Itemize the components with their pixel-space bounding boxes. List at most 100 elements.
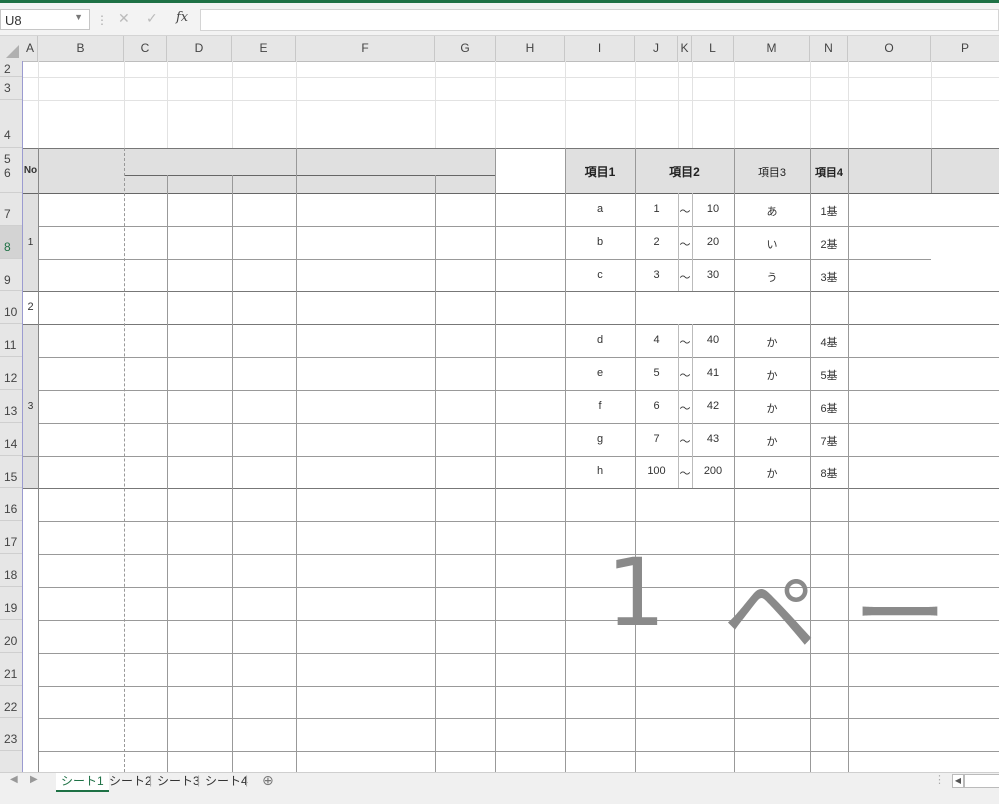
row-header-10[interactable]: 10: [0, 291, 22, 324]
border-line: [848, 148, 849, 772]
gridline: [435, 61, 436, 148]
column-header-j[interactable]: J: [635, 36, 678, 61]
cell-item4: 4基: [820, 337, 838, 349]
row-header-9[interactable]: 9: [0, 259, 22, 291]
column-header-n[interactable]: N: [810, 36, 848, 61]
cell-to: 41: [706, 367, 720, 379]
column-header-i[interactable]: I: [565, 36, 635, 61]
worksheet-grid[interactable]: No 1 2 3 項目1 項目2 項目3 項目4 a 1 〜 10 あ 1基 b…: [23, 61, 999, 772]
column-header-f[interactable]: F: [296, 36, 435, 61]
cell-item4: 3基: [820, 272, 838, 284]
chevron-down-icon[interactable]: ▼: [74, 12, 83, 22]
header-item1: 項目1: [584, 165, 616, 179]
column-header-m[interactable]: M: [734, 36, 810, 61]
cell-item3: う: [766, 272, 778, 284]
cell-sep: 〜: [679, 436, 691, 448]
gridline: [232, 61, 233, 148]
cell-sep: 〜: [679, 468, 691, 480]
row-header-2[interactable]: 2: [0, 61, 22, 77]
hscroll-left-icon[interactable]: ◀: [952, 774, 964, 788]
gridline: [692, 61, 693, 148]
cell-from: 1: [653, 203, 660, 215]
page-watermark-text: ペ: [723, 561, 818, 670]
column-header-o[interactable]: O: [848, 36, 931, 61]
border-line: [124, 148, 125, 772]
add-sheet-icon[interactable]: ⊕: [262, 772, 274, 789]
column-header-p[interactable]: P: [931, 36, 999, 61]
row-header-21[interactable]: 21: [0, 653, 22, 686]
column-header-b[interactable]: B: [38, 36, 124, 61]
cell-from: 100: [647, 465, 666, 477]
name-box[interactable]: U8 ▼: [0, 9, 90, 30]
gridline: [167, 61, 168, 148]
no-value: 1: [27, 237, 34, 248]
cancel-icon[interactable]: ✕: [118, 10, 130, 27]
cell-item1: d: [596, 334, 604, 346]
cell-sep: 〜: [679, 206, 691, 218]
cell-to: 10: [706, 203, 720, 215]
row-header-14[interactable]: 14: [0, 423, 22, 456]
gridline: [124, 61, 125, 148]
enter-icon[interactable]: ✓: [146, 10, 158, 27]
border-line: [23, 291, 999, 292]
border-line: [23, 193, 999, 194]
column-header-d[interactable]: D: [167, 36, 232, 61]
border-line: [23, 456, 999, 457]
cell-from: 3: [653, 269, 660, 281]
border-line: [38, 751, 999, 752]
row-header-13[interactable]: 13: [0, 390, 22, 423]
column-header-e[interactable]: E: [232, 36, 296, 61]
row-header-7[interactable]: 7: [0, 193, 22, 226]
insert-function-icon[interactable]: fx: [176, 10, 188, 25]
border-line: [232, 175, 233, 772]
row-header-22[interactable]: 22: [0, 686, 22, 718]
column-header-h[interactable]: H: [496, 36, 565, 61]
border-line: [23, 148, 999, 149]
scroll-left-icon[interactable]: ◀: [10, 774, 18, 785]
column-header-k[interactable]: K: [678, 36, 692, 61]
column-headers: A B C D E F G H I J K L M N O P: [0, 36, 999, 62]
row-header-18[interactable]: 18: [0, 554, 22, 587]
row-header-6[interactable]: 6: [0, 162, 22, 193]
cell-from: 7: [653, 433, 660, 445]
row-header-11[interactable]: 11: [0, 324, 22, 357]
row-header-4[interactable]: 4: [0, 100, 22, 148]
row-header-19[interactable]: 19: [0, 587, 22, 620]
header-item4: 項目4: [814, 167, 844, 179]
row-header-5[interactable]: 5: [0, 148, 22, 166]
column-header-c[interactable]: C: [124, 36, 167, 61]
cell-item4: 2基: [820, 239, 838, 251]
sheet-tab-1[interactable]: シート1: [56, 773, 109, 792]
row-header-3[interactable]: 3: [0, 77, 22, 100]
row-header-12[interactable]: 12: [0, 357, 22, 390]
page-watermark-text: ー: [853, 561, 948, 670]
column-header-g[interactable]: G: [435, 36, 496, 61]
cell-item4: 8基: [820, 468, 838, 480]
cell-sep: 〜: [679, 239, 691, 251]
row-header-23[interactable]: 23: [0, 718, 22, 751]
tab-divider: |: [245, 773, 249, 787]
scroll-right-icon[interactable]: ▶: [30, 774, 38, 785]
border-line: [495, 148, 496, 772]
cell-to: 30: [706, 269, 720, 281]
horizontal-scrollbar[interactable]: [964, 774, 999, 788]
border-line: [38, 259, 931, 260]
row-header-17[interactable]: 17: [0, 521, 22, 554]
column-header-l[interactable]: L: [692, 36, 734, 61]
border-line: [38, 148, 39, 772]
cell-item3: か: [766, 403, 778, 415]
row-header-20[interactable]: 20: [0, 620, 22, 653]
border-line: [931, 148, 932, 193]
cell-item3: あ: [766, 206, 778, 218]
row-header-15[interactable]: 15: [0, 456, 22, 488]
formula-input[interactable]: [200, 9, 999, 31]
cell-item3: か: [766, 370, 778, 382]
border-line: [38, 390, 999, 391]
cell-sep: 〜: [679, 403, 691, 415]
column-header-a[interactable]: A: [23, 36, 38, 61]
row-header-8[interactable]: 8: [0, 226, 22, 259]
gridline: [848, 61, 849, 148]
select-all-button[interactable]: [0, 36, 22, 61]
row-header-16[interactable]: 16: [0, 488, 22, 521]
cell-item1: f: [598, 400, 602, 412]
